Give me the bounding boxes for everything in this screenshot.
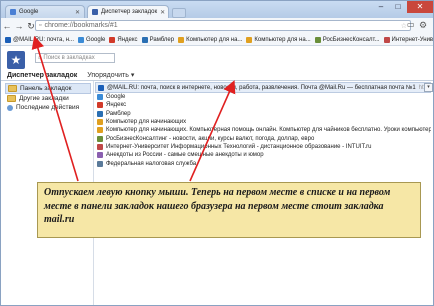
favicon-icon: [246, 36, 253, 43]
wrench-icon[interactable]: ⚙: [419, 20, 427, 31]
bookmarks-bar-label: @MAIL.RU: почта, н...: [13, 36, 75, 43]
close-tab-icon[interactable]: ✕: [75, 9, 80, 16]
bookmark-star-favicon-icon: [92, 9, 98, 15]
tab-bookmarks-manager[interactable]: Диспетчер закладок ✕: [87, 5, 169, 18]
bookmarks-bar-label: Яндекс: [117, 36, 138, 43]
favicon-icon: [5, 36, 11, 43]
favicon-icon: [141, 36, 148, 43]
tree-item-label: Панель закладок: [20, 85, 72, 92]
bookmarks-bar-item[interactable]: Компьютер для на...: [246, 36, 311, 43]
bookmark-title: Рамблер: [106, 110, 131, 117]
bookmark-title: @MAIL.RU: почта, поиск в интернете, ново…: [107, 84, 416, 91]
instruction-caption: Отпускаем левую кнопку мыши. Теперь на п…: [37, 182, 421, 238]
tab-label: Диспетчер закладок: [101, 9, 158, 15]
bookmark-title: Компьютер для начинающих. Компьютерная п…: [106, 127, 431, 134]
tab-label: Google: [19, 9, 39, 15]
tree-item-label: Другие закладки: [19, 95, 69, 102]
folder-icon: [8, 85, 17, 92]
bookmark-row[interactable]: РосБизнесКонсалтинг - новости, акции, ку…: [95, 134, 431, 142]
search-icon: ⌕: [38, 54, 42, 61]
tree-item[interactable]: Последние действия: [5, 103, 91, 112]
favicon-icon: [97, 152, 103, 159]
clock-icon: [7, 104, 13, 111]
page-menu-icon[interactable]: ▭: [407, 20, 415, 29]
folder-icon: [7, 95, 16, 102]
organize-menu[interactable]: Упорядочить ▾: [87, 71, 134, 79]
bookmarks-bar-item[interactable]: Компьютер для на...: [178, 36, 243, 43]
bookmarks-logo-icon: ★: [7, 51, 25, 69]
favicon-icon: [97, 135, 103, 142]
bookmarks-bar: @MAIL.RU: почта, н... Google Яндекс Рамблер…: [1, 34, 433, 46]
maximize-button[interactable]: □: [390, 1, 406, 13]
bookmark-row[interactable]: Рамблер: [95, 110, 431, 118]
bookmark-title: Компьютер для начинающих: [106, 119, 187, 126]
favicon-icon: [97, 94, 103, 101]
favicon-icon: [97, 143, 103, 150]
page-icon: ▫: [39, 22, 42, 29]
favicon-icon: [97, 110, 103, 117]
bookmark-title: Яндекс: [106, 102, 127, 109]
new-tab-button[interactable]: [172, 8, 186, 18]
search-placeholder: Поиск в закладках: [43, 55, 95, 61]
bookmarks-bar-label: Рамблер: [149, 36, 175, 43]
minimize-button[interactable]: –: [373, 1, 389, 13]
close-tab-icon[interactable]: ✕: [160, 9, 165, 16]
bookmark-list: @MAIL.RU: почта, поиск в интернете, ново…: [95, 82, 431, 168]
row-menu-button[interactable]: ▾: [424, 83, 433, 92]
favicon-icon: [178, 36, 185, 43]
bookmark-row[interactable]: @MAIL.RU: почта, поиск в интернете, ново…: [95, 82, 431, 93]
address-bar[interactable]: ▫ chrome://bookmarks/#1 ☆: [35, 20, 411, 31]
address-url: chrome://bookmarks/#1: [44, 22, 118, 29]
bookmark-title: Федеральная налоговая служба: [106, 160, 197, 167]
bookmarks-bar-item[interactable]: Google: [78, 36, 106, 43]
bookmark-title: РосБизнесКонсалтинг - новости, акции, ку…: [106, 135, 315, 142]
title-bar: Google ✕ Диспетчер закладок ✕ – □ ✕: [1, 1, 433, 18]
bookmarks-bar-item[interactable]: Интернет-Униве...: [383, 36, 433, 43]
bookmark-row[interactable]: Федеральная налоговая служба: [95, 159, 431, 167]
bookmarks-bar-item[interactable]: Яндекс: [109, 36, 138, 43]
bookmarks-bar-item[interactable]: Рамблер: [141, 36, 175, 43]
bookmark-row[interactable]: Интернет-Университет Информационных Техн…: [95, 143, 431, 151]
bookmark-row[interactable]: Компьютер для начинающих: [95, 118, 431, 126]
bookmark-title: Анекдоты из России - самые смешные анекд…: [106, 152, 264, 159]
bookmark-row[interactable]: Google: [95, 93, 431, 101]
browser-window: Google ✕ Диспетчер закладок ✕ – □ ✕ ← → …: [0, 0, 434, 306]
favicon-icon: [78, 36, 85, 43]
favicon-icon: [314, 36, 321, 43]
favicon-icon: [383, 36, 390, 43]
manager-header: Диспетчер закладок Упорядочить ▾: [1, 70, 433, 81]
bookmark-search-input[interactable]: ⌕ Поиск в закладках: [35, 53, 115, 63]
bookmarks-bar-item[interactable]: @MAIL.RU: почта, н...: [5, 36, 75, 43]
bookmarks-manager-page: ★ ⌕ Поиск в закладках Диспетчер закладок…: [1, 46, 433, 305]
bookmarks-bar-label: Интернет-Униве...: [391, 36, 433, 43]
manager-title: Диспетчер закладок: [7, 71, 78, 79]
back-arrow-icon[interactable]: ←: [1, 21, 13, 31]
favicon-icon: [97, 102, 103, 109]
tree-item[interactable]: Панель закладок: [5, 83, 91, 94]
bookmarks-bar-label: Компьютер для на...: [254, 36, 311, 43]
favicon-icon: [97, 160, 103, 167]
close-window-button[interactable]: ✕: [407, 1, 433, 13]
bookmark-title: Google: [106, 94, 126, 101]
bookmark-row[interactable]: Компьютер для начинающих. Компьютерная п…: [95, 126, 431, 134]
bookmark-row[interactable]: Анекдоты из России - самые смешные анекд…: [95, 151, 431, 159]
forward-arrow-icon[interactable]: →: [13, 21, 25, 31]
bookmark-title: Интернет-Университет Информационных Техн…: [106, 143, 372, 150]
bookmarks-bar-label: Компьютер для на...: [186, 36, 243, 43]
tree-item[interactable]: Другие закладки: [5, 94, 91, 103]
favicon-icon: [98, 84, 104, 91]
tree-item-label: Последние действия: [16, 104, 80, 111]
bookmarks-bar-label: РосБизнесКонсалт...: [322, 36, 380, 43]
favicon-icon: [109, 36, 116, 43]
bookmark-row[interactable]: Яндекс: [95, 101, 431, 109]
google-favicon-icon: [10, 9, 16, 15]
bookmarks-bar-item[interactable]: РосБизнесКонсалт...: [314, 36, 380, 43]
bookmarks-bar-label: Google: [86, 36, 106, 43]
favicon-icon: [97, 127, 103, 134]
tab-google[interactable]: Google ✕: [5, 5, 85, 18]
favicon-icon: [97, 119, 103, 126]
folder-tree: Панель закладок Другие закладки Последние …: [5, 83, 91, 112]
